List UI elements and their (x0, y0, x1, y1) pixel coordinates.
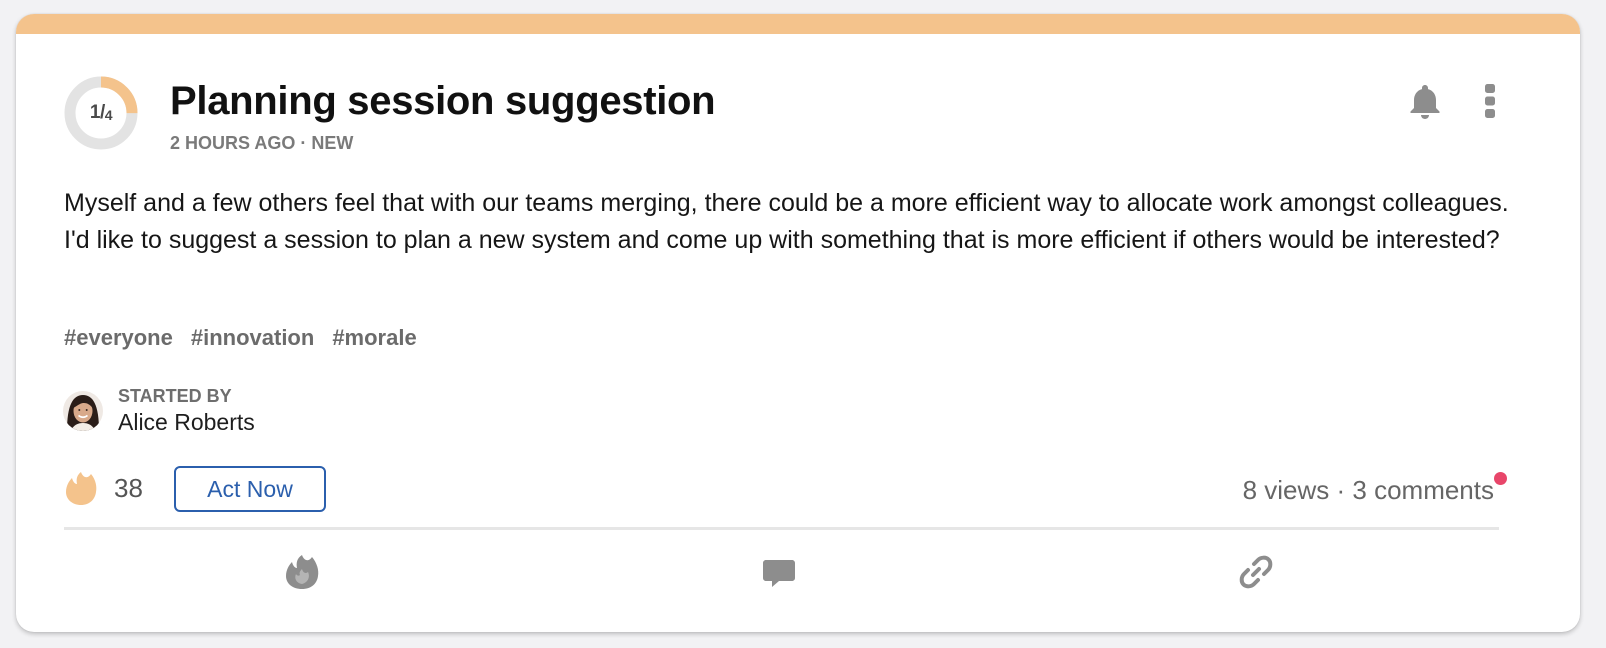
started-by-label: STARTED BY (118, 386, 232, 406)
progress-label: 1/4 (89, 102, 113, 123)
card-accent-bar (16, 14, 1580, 34)
author-name[interactable]: Alice Roberts (118, 409, 255, 436)
fire-count: 38 (114, 472, 143, 503)
post-body: Myself and a few others feel that with o… (64, 189, 1509, 254)
notification-dot (1494, 472, 1507, 485)
post-title: Planning session suggestion (170, 79, 716, 123)
tag-list: #everyone #innovation #morale (64, 325, 417, 351)
progress-numerator: 1 (89, 102, 101, 123)
more-options-icon[interactable] (1478, 82, 1502, 120)
comment-button[interactable] (759, 552, 799, 592)
copy-link-button[interactable] (1236, 552, 1276, 592)
post-stats: 8 views · 3 comments (1243, 475, 1494, 506)
act-now-button[interactable]: Act Now (174, 466, 326, 512)
post-meta: 2 HOURS AGO · NEW (170, 133, 354, 153)
fire-icon (286, 555, 319, 589)
progress-ring: 1/4 (64, 76, 138, 150)
fire-icon (66, 472, 97, 505)
bell-icon[interactable] (1407, 82, 1443, 120)
stats-separator: · (1329, 475, 1353, 505)
progress-denominator: 4 (104, 107, 113, 123)
author-avatar[interactable] (63, 391, 103, 431)
views-count: 8 views (1242, 475, 1330, 505)
tag-innovation[interactable]: #innovation (191, 325, 314, 351)
comments-count[interactable]: 3 comments (1352, 475, 1494, 505)
link-icon (1239, 555, 1273, 589)
post-card: 1/4 Planning session suggestion 2 HOURS … (16, 14, 1580, 632)
comment-icon (763, 560, 795, 587)
tag-morale[interactable]: #morale (332, 325, 416, 351)
fire-react-button[interactable] (282, 552, 322, 592)
divider (64, 527, 1499, 530)
reaction-summary: 38 (64, 470, 143, 506)
tag-everyone[interactable]: #everyone (64, 325, 173, 351)
